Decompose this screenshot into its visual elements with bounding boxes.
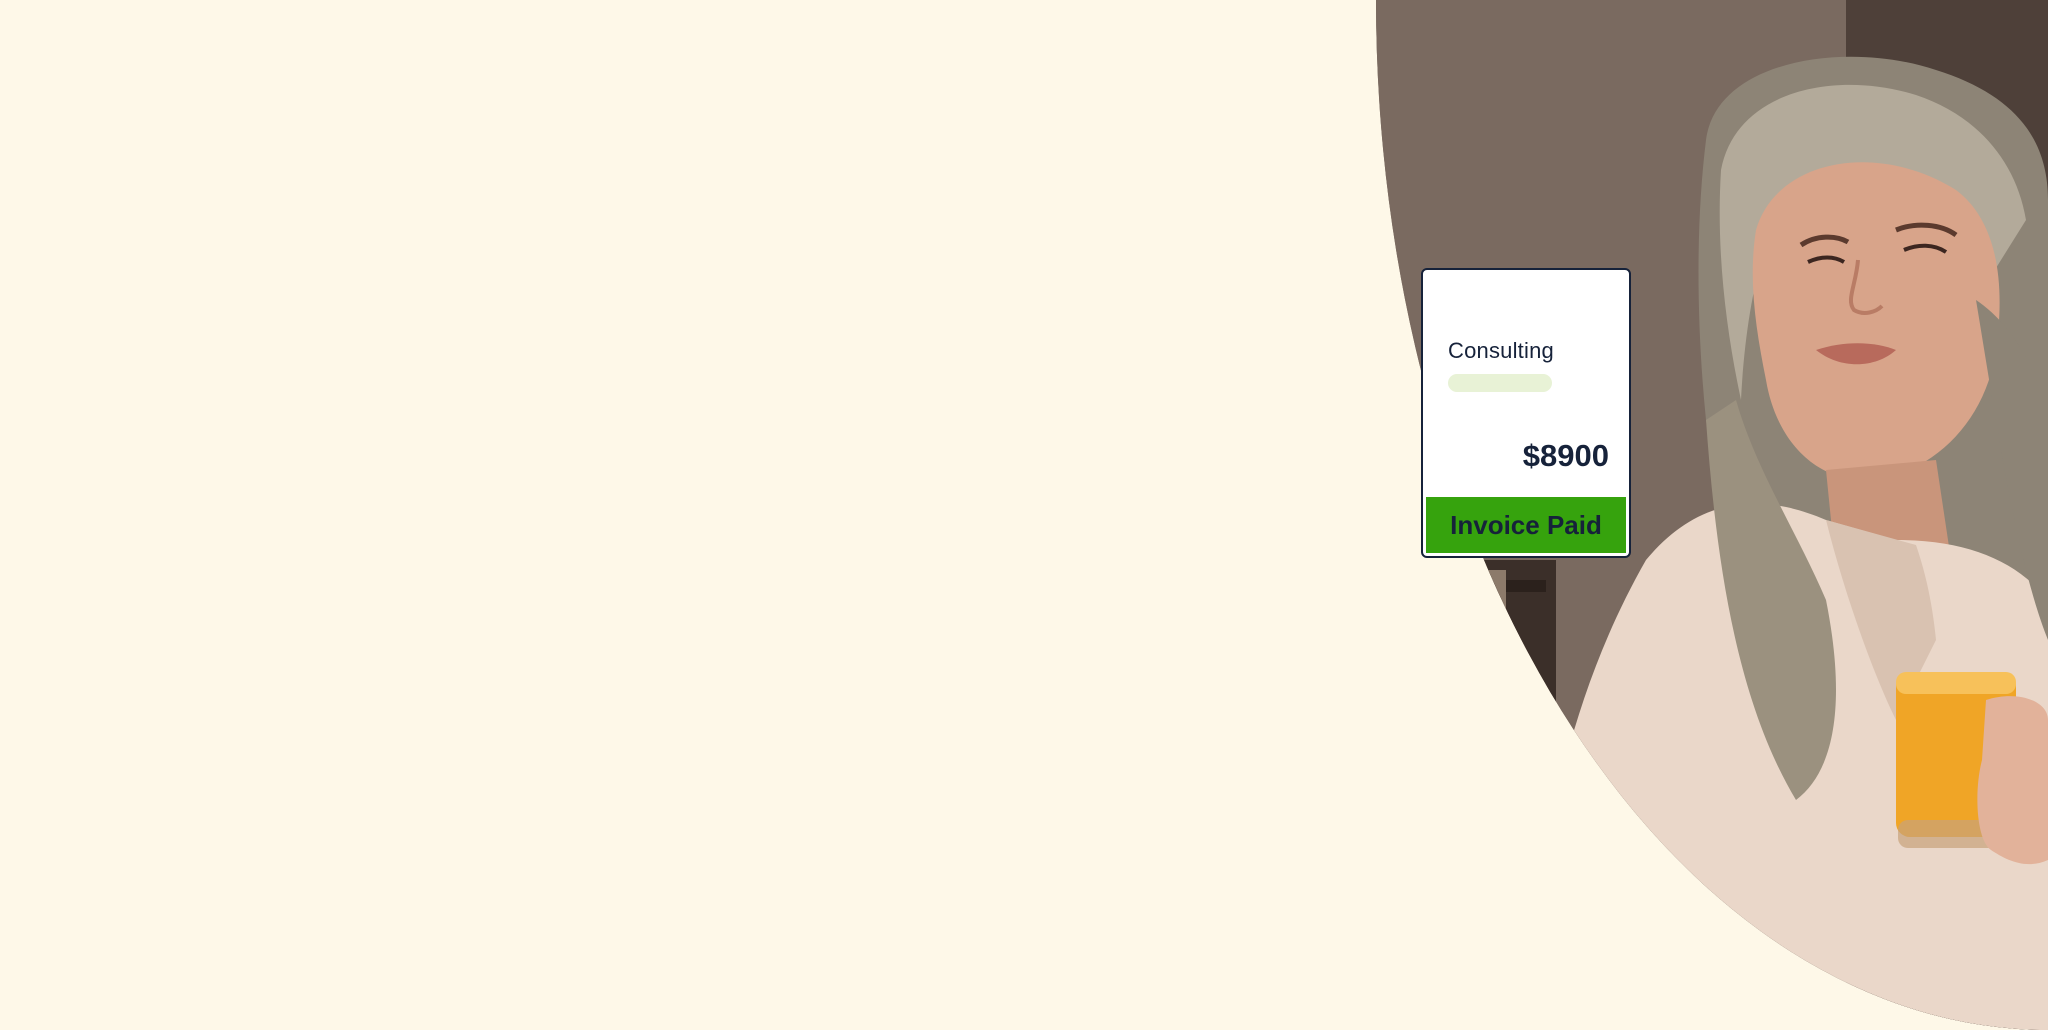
invoice-detail-placeholder bbox=[1448, 374, 1552, 392]
page: Consulting $8900 Invoice Paid bbox=[0, 0, 2048, 1030]
invoice-card: Consulting $8900 Invoice Paid bbox=[1421, 268, 1631, 558]
invoice-paid-badge: Invoice Paid bbox=[1426, 497, 1626, 553]
hero-visual bbox=[0, 0, 2048, 1030]
invoice-category-label: Consulting bbox=[1448, 338, 1554, 363]
invoice-amount: $8900 bbox=[1522, 438, 1609, 473]
